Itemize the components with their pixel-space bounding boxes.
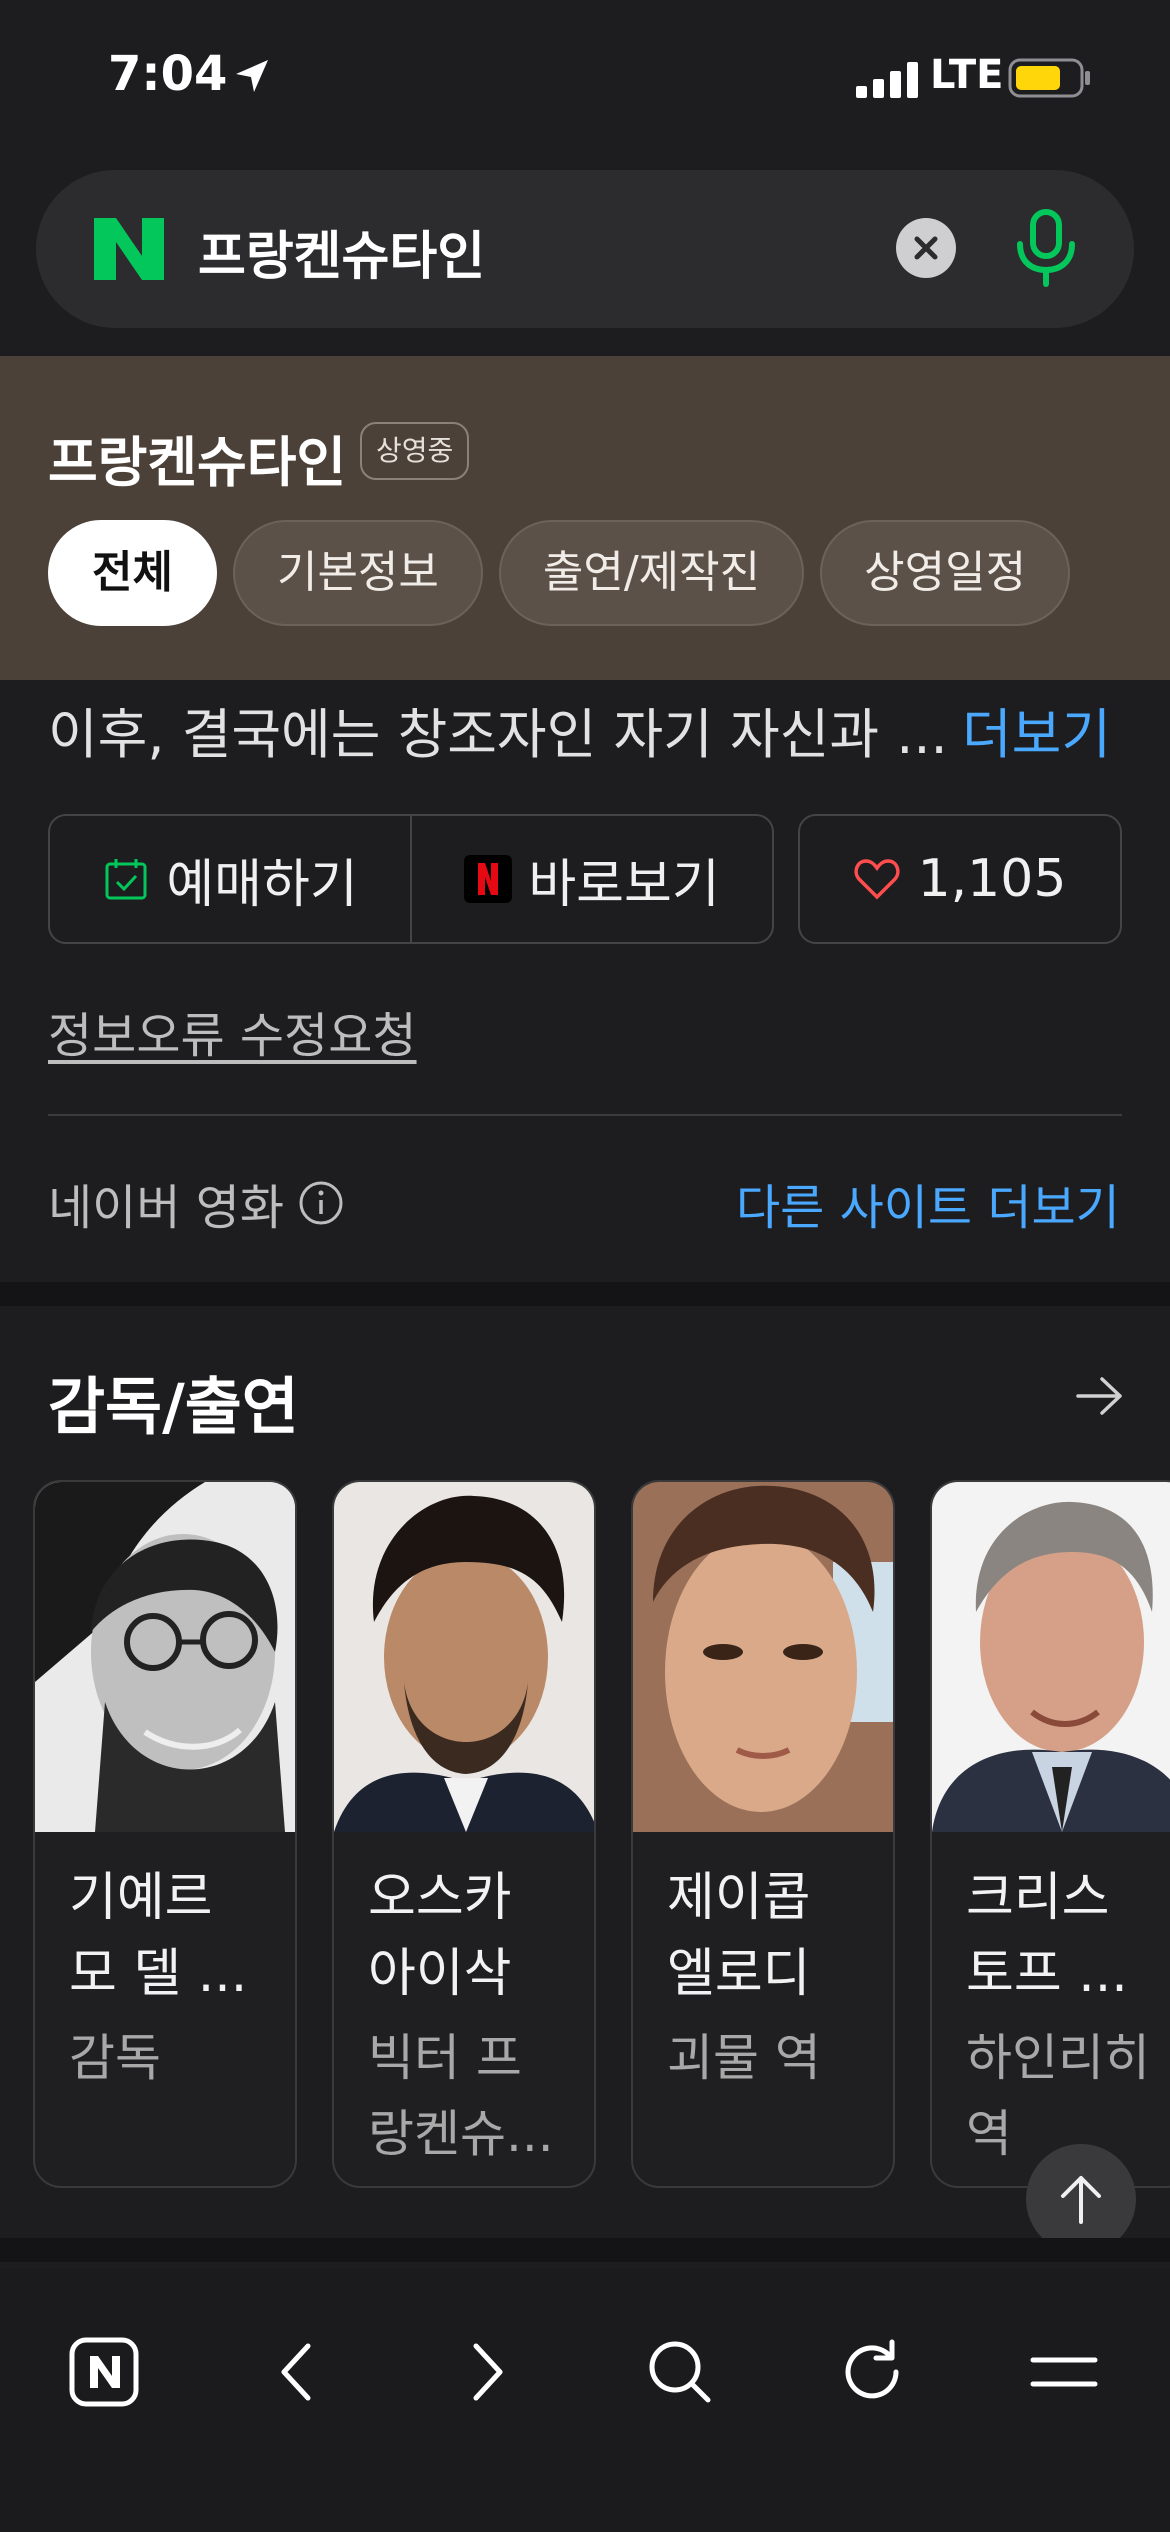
heart-icon	[854, 859, 900, 900]
arrow-up-icon	[1061, 2176, 1101, 2224]
bottom-toolbar	[0, 2268, 1170, 2532]
close-icon	[914, 236, 938, 260]
refresh-button[interactable]	[822, 2322, 922, 2422]
synopsis-text: 이후, 결국에는 창조자인 자기 자신과 ...	[48, 703, 948, 766]
search-bar[interactable]: 프랑켄슈타인	[36, 170, 1134, 328]
search-input[interactable]: 프랑켄슈타인	[198, 214, 485, 289]
movie-title: 프랑켄슈타인	[48, 431, 347, 494]
cast-photo	[334, 1482, 594, 1832]
source-label: 네이버 영화	[48, 1180, 285, 1236]
naver-home-button[interactable]	[54, 2322, 154, 2422]
search-icon	[649, 2341, 711, 2403]
more-link[interactable]: 더보기	[962, 690, 1111, 769]
person-photo-icon	[334, 1482, 594, 1832]
clear-search-button[interactable]	[896, 218, 956, 278]
cellular-signal-icon	[856, 62, 918, 98]
refresh-icon	[845, 2339, 899, 2399]
tab-basic-info[interactable]: 기본정보	[232, 520, 483, 626]
cast-photo	[633, 1482, 893, 1832]
movie-header: 프랑켄슈타인 상영중 전체 기본정보 출연/제작진 상영일정	[0, 356, 1170, 680]
cast-name: 제이콥 엘로디	[667, 1868, 811, 2004]
cast-card[interactable]: 기예르 모 델 ... 감독	[33, 1480, 297, 2188]
netflix-icon	[464, 855, 513, 903]
cast-role: 빅터 프 랑켄슈...	[368, 2029, 554, 2163]
person-photo-icon	[35, 1482, 295, 1832]
divider	[48, 1114, 1122, 1116]
source-info: 네이버 영화	[48, 1168, 344, 1238]
forward-button[interactable]	[438, 2322, 538, 2422]
section-separator	[0, 1282, 1170, 1306]
back-button[interactable]	[246, 2322, 346, 2422]
arrow-right-icon[interactable]	[1074, 1374, 1126, 1418]
cast-card[interactable]: 크리스 토프 ... 하인리히 역	[930, 1480, 1170, 2188]
action-buttons: 예매하기 바로보기	[48, 814, 774, 944]
chevron-right-icon	[473, 2343, 503, 2401]
cast-section-title: 감독/출연	[48, 1370, 299, 1443]
microphone-icon[interactable]	[1006, 206, 1086, 290]
section-separator	[0, 2238, 1170, 2262]
status-badge: 상영중	[360, 422, 470, 480]
like-button[interactable]: 1,105	[798, 814, 1122, 944]
person-photo-icon	[932, 1482, 1170, 1832]
cast-photo	[35, 1482, 295, 1832]
search-button[interactable]	[630, 2322, 730, 2422]
cast-card[interactable]: 오스카 아이삭 빅터 프 랑켄슈...	[332, 1480, 596, 2188]
status-time: 7:04	[108, 46, 228, 102]
chevron-left-icon	[281, 2343, 311, 2401]
other-sites-link[interactable]: 다른 사이트 더보기	[736, 1168, 1120, 1238]
report-error-link[interactable]: 정보오류 수정요청	[48, 996, 417, 1066]
person-photo-icon	[633, 1482, 893, 1832]
cast-name: 오스카 아이삭	[368, 1868, 512, 2004]
cast-name: 기예르 모 델 ...	[69, 1868, 248, 2004]
battery-icon	[1008, 58, 1090, 98]
naver-home-icon	[69, 2337, 139, 2407]
tab-all[interactable]: 전체	[48, 520, 217, 626]
like-count: 1,105	[917, 849, 1067, 909]
tab-cast-crew[interactable]: 출연/제작진	[498, 520, 805, 626]
cast-name: 크리스 토프 ...	[966, 1868, 1128, 2004]
watch-label: 바로보기	[528, 854, 720, 915]
cast-photo	[932, 1482, 1170, 1832]
cast-role: 괴물 역	[667, 2029, 821, 2087]
location-arrow-icon	[236, 60, 268, 92]
reserve-label: 예매하기	[166, 854, 358, 915]
network-type: LTE	[930, 52, 1004, 98]
calendar-check-icon	[105, 859, 147, 900]
info-icon[interactable]	[298, 1180, 344, 1226]
cast-carousel[interactable]: 기예르 모 델 ... 감독 오스카 아이삭 빅터 프 랑켄슈... 제이콥 엘…	[33, 1480, 1170, 2192]
menu-icon	[1030, 2357, 1098, 2387]
tab-showtimes[interactable]: 상영일정	[820, 520, 1071, 626]
reserve-button[interactable]: 예매하기	[50, 816, 410, 942]
watch-now-button[interactable]: 바로보기	[410, 816, 772, 942]
naver-logo-icon[interactable]	[94, 218, 164, 280]
movie-tabs: 전체 기본정보 출연/제작진 상영일정	[48, 520, 1071, 626]
menu-button[interactable]	[1014, 2322, 1114, 2422]
cast-card[interactable]: 제이콥 엘로디 괴물 역	[631, 1480, 895, 2188]
cast-role: 감독	[69, 2029, 161, 2087]
status-bar: 7:04 LTE	[0, 0, 1170, 150]
